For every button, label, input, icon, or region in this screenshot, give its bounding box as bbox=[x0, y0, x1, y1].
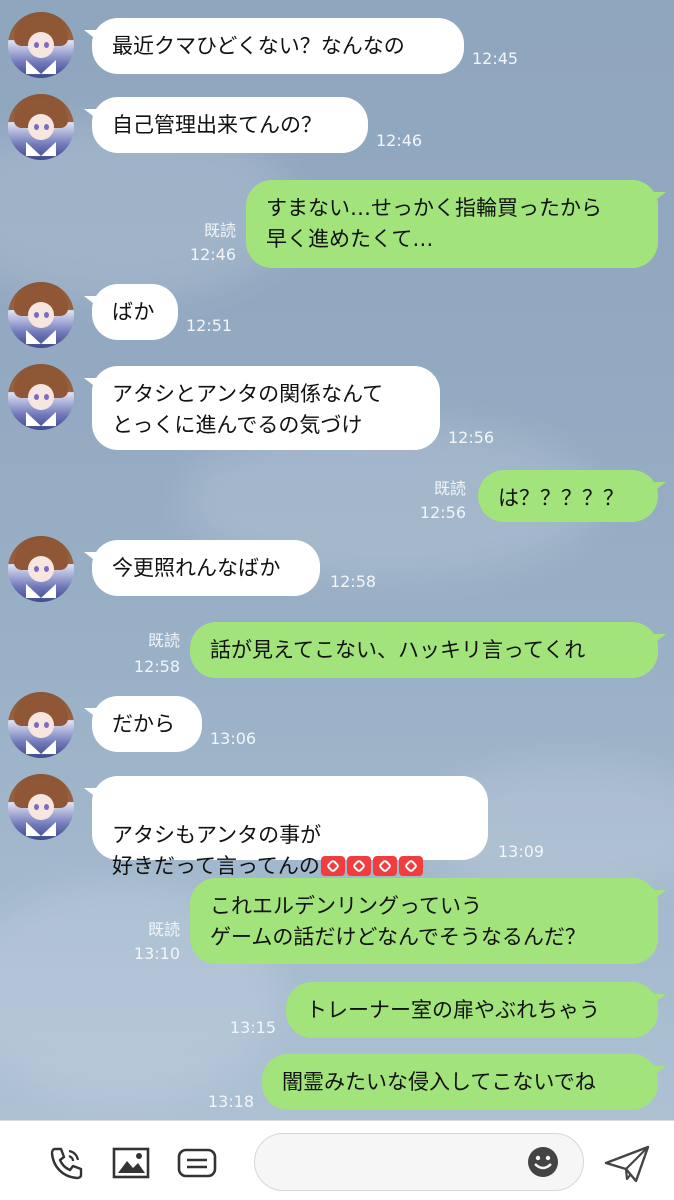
message-time: 13:09 bbox=[498, 842, 545, 861]
message-bubble[interactable]: アタシもアンタの事が 好きだって言ってんの bbox=[92, 776, 488, 878]
message-bubble[interactable]: 最近クマひどくない？なんなの bbox=[92, 18, 464, 74]
message-text: 話が見えてこない、ハッキリ言ってくれ bbox=[210, 638, 586, 662]
read-receipt: 既読 bbox=[147, 631, 180, 650]
message-bubble[interactable]: アタシとアンタの関係なんて とっくに進んでるの気づけ bbox=[92, 366, 440, 450]
message-text: 自己管理出来てんの？ bbox=[112, 113, 322, 137]
read-receipt: 既読 bbox=[147, 920, 180, 939]
avatar[interactable] bbox=[8, 536, 74, 602]
message-time: 13:10 bbox=[133, 944, 180, 963]
message-time: 12:46 bbox=[376, 131, 423, 150]
keep-icon[interactable] bbox=[176, 1143, 217, 1183]
input-toolbar bbox=[0, 1120, 674, 1200]
avatar[interactable] bbox=[8, 364, 74, 430]
message-bubble[interactable]: 闇霊みたいな侵入してこないでね bbox=[262, 1054, 658, 1110]
avatar[interactable] bbox=[8, 282, 74, 348]
read-receipt: 既読 bbox=[433, 479, 466, 498]
avatar[interactable] bbox=[8, 94, 74, 160]
message-bubble[interactable]: すまない…せっかく指輪買ったから 早く進めたくて… bbox=[246, 180, 658, 268]
message-time: 12:51 bbox=[186, 316, 233, 335]
message-bubble[interactable]: だから bbox=[92, 696, 202, 752]
message-text: 闇霊みたいな侵入してこないでね bbox=[282, 1070, 596, 1094]
message-bubble[interactable]: 話が見えてこない、ハッキリ言ってくれ bbox=[190, 622, 658, 678]
message-text: は？？？？？ bbox=[498, 486, 624, 510]
avatar[interactable] bbox=[8, 692, 74, 758]
message-bubble[interactable]: これエルデンリングっていう ゲームの話だけどなんでそうなるんだ？ bbox=[190, 878, 658, 964]
message-time: 13:18 bbox=[207, 1092, 254, 1111]
send-icon[interactable] bbox=[602, 1141, 652, 1187]
message-text: アタシもアンタの事が 好きだって言ってんの bbox=[112, 823, 322, 878]
read-receipt: 既読 bbox=[203, 221, 236, 240]
message-bubble[interactable]: トレーナー室の扉やぶれちゃう bbox=[286, 982, 658, 1038]
message-bubble[interactable]: ばか bbox=[92, 284, 178, 340]
message-text: 今更照れんなばか bbox=[112, 556, 281, 580]
avatar[interactable] bbox=[8, 12, 74, 78]
image-icon[interactable] bbox=[110, 1143, 150, 1183]
message-time: 12:56 bbox=[419, 503, 466, 522]
emoji-icon[interactable] bbox=[526, 1145, 560, 1179]
message-time: 12:58 bbox=[133, 657, 180, 676]
message-time: 12:46 bbox=[189, 245, 236, 264]
message-text: これエルデンリングっていう ゲームの話だけどなんでそうなるんだ？ bbox=[210, 894, 586, 949]
message-text: すまない…せっかく指輪買ったから 早く進めたくて… bbox=[266, 196, 602, 251]
message-bubble[interactable]: 今更照れんなばか bbox=[92, 540, 320, 596]
message-text: 最近クマひどくない？なんなの bbox=[112, 34, 405, 58]
message-text: だから bbox=[112, 712, 175, 736]
phone-icon[interactable] bbox=[46, 1143, 86, 1183]
anger-emoji-icon bbox=[320, 854, 424, 878]
message-text: アタシとアンタの関係なんて とっくに進んでるの気づけ bbox=[112, 382, 384, 437]
message-bubble[interactable]: は？？？？？ bbox=[478, 470, 658, 522]
message-bubble[interactable]: 自己管理出来てんの？ bbox=[92, 97, 368, 153]
message-time: 13:15 bbox=[229, 1018, 276, 1037]
message-time: 12:45 bbox=[472, 49, 519, 68]
message-time: 13:06 bbox=[210, 729, 257, 748]
avatar[interactable] bbox=[8, 774, 74, 840]
chat-area[interactable]: 最近クマひどくない？なんなの 12:45 自己管理出来てんの？ 12:46 既読… bbox=[0, 0, 674, 1120]
message-time: 12:58 bbox=[330, 572, 377, 591]
message-text: トレーナー室の扉やぶれちゃう bbox=[306, 998, 600, 1022]
message-text: ばか bbox=[112, 300, 155, 324]
message-time: 12:56 bbox=[448, 428, 495, 447]
